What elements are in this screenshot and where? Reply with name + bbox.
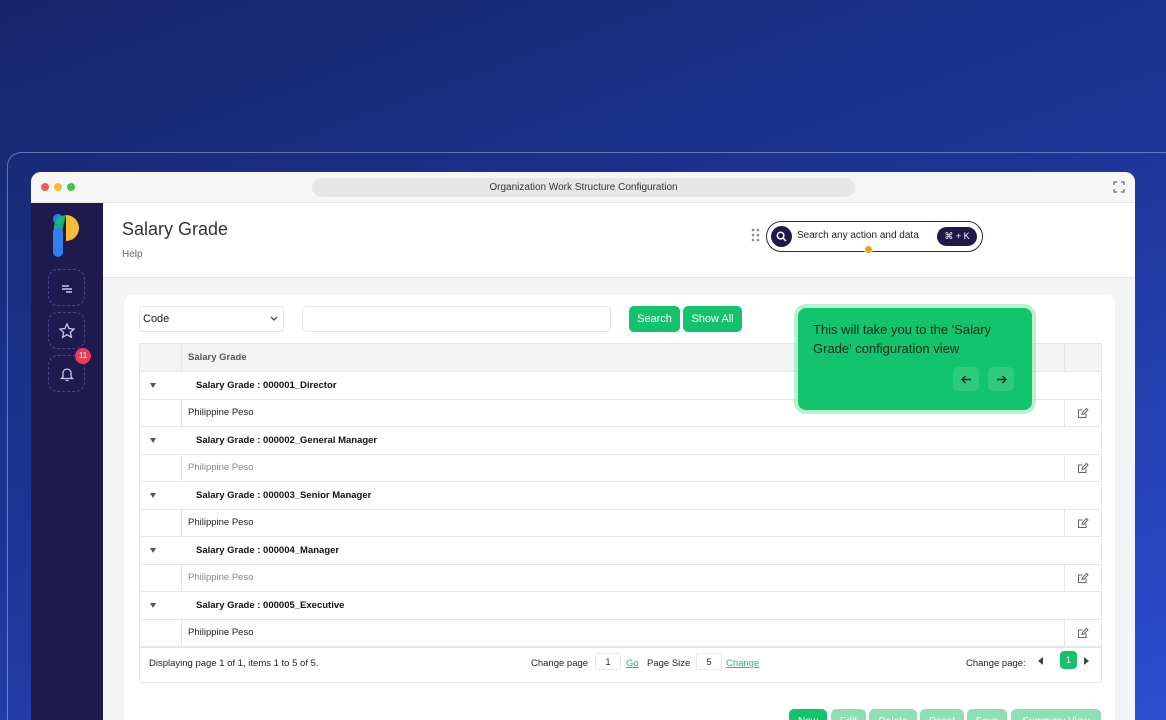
page-title: Salary Grade bbox=[122, 219, 229, 239]
expand-icon[interactable] bbox=[1113, 181, 1125, 193]
title-bar: Organization Work Structure Configuratio… bbox=[31, 172, 1135, 203]
group-label: Salary Grade : 000003_Senior Manager bbox=[196, 489, 372, 501]
edit-icon[interactable] bbox=[1077, 517, 1089, 529]
tooltip-prev-button[interactable] bbox=[953, 367, 979, 391]
summary-view-button[interactable]: Summary View bbox=[1011, 709, 1101, 720]
tooltip-text: This will take you to the 'Salary Grade'… bbox=[813, 322, 992, 356]
pager-info: Displaying page 1 of 1, items 1 to 5 of … bbox=[149, 658, 319, 669]
column-header-salary-grade[interactable]: Salary Grade bbox=[188, 344, 247, 371]
caret-down-icon[interactable] bbox=[150, 438, 156, 443]
group-label: Salary Grade : 000005_Executive bbox=[196, 599, 345, 611]
page-size-label: Page Size bbox=[647, 658, 691, 669]
currency-cell: Philippine Peso bbox=[188, 517, 254, 529]
caret-down-icon[interactable] bbox=[150, 493, 156, 498]
edit-icon[interactable] bbox=[1077, 462, 1089, 474]
change-page-label-right: Change page: bbox=[966, 658, 1026, 669]
field-select-value: Code bbox=[143, 313, 170, 325]
caret-down-icon[interactable] bbox=[150, 383, 156, 388]
table-row[interactable]: Philippine Peso bbox=[140, 619, 1101, 647]
show-all-button[interactable]: Show All bbox=[683, 306, 742, 332]
save-button[interactable]: Save bbox=[967, 709, 1007, 720]
close-window-button[interactable] bbox=[41, 183, 49, 191]
new-button[interactable]: New bbox=[789, 709, 827, 720]
group-label: Salary Grade : 000002_General Manager bbox=[196, 434, 378, 446]
current-page-button[interactable]: 1 bbox=[1060, 651, 1077, 669]
shortcut-badge: ⌘ + K bbox=[937, 227, 977, 246]
app-logo bbox=[53, 214, 79, 257]
table-row[interactable]: Philippine Peso bbox=[140, 454, 1101, 482]
search-button[interactable]: Search bbox=[629, 306, 680, 332]
tooltip-next-button[interactable] bbox=[988, 367, 1014, 391]
pager: Displaying page 1 of 1, items 1 to 5 of … bbox=[139, 645, 1102, 683]
go-link[interactable]: Go bbox=[626, 658, 639, 669]
page-input[interactable]: 1 bbox=[595, 653, 621, 670]
arrow-left-icon bbox=[960, 375, 971, 383]
window-controls bbox=[41, 183, 75, 191]
next-page-icon[interactable] bbox=[1083, 657, 1089, 665]
drag-handle-icon[interactable] bbox=[751, 228, 761, 242]
group-label: Salary Grade : 000001_Director bbox=[196, 379, 337, 391]
table-row[interactable]: Philippine Peso bbox=[140, 509, 1101, 537]
bell-icon bbox=[59, 367, 74, 381]
currency-cell: Philippine Peso bbox=[188, 407, 254, 419]
global-search[interactable]: Search any action and data ⌘ + K bbox=[766, 221, 983, 252]
global-search-placeholder: Search any action and data bbox=[797, 230, 919, 241]
group-label: Salary Grade : 000004_Manager bbox=[196, 544, 340, 556]
page-header: Salary Grade Help Search any action and … bbox=[103, 203, 1135, 278]
arrow-right-icon bbox=[996, 375, 1007, 383]
search-input[interactable] bbox=[302, 306, 611, 332]
currency-cell: Philippine Peso bbox=[188, 572, 254, 584]
delete-button[interactable]: Delete bbox=[869, 709, 917, 720]
notification-badge: 11 bbox=[75, 348, 91, 364]
caret-down-icon[interactable] bbox=[150, 548, 156, 553]
menu-icon bbox=[61, 284, 72, 293]
favorites-button[interactable] bbox=[48, 312, 85, 349]
tour-tooltip: This will take you to the 'Salary Grade'… bbox=[798, 308, 1032, 410]
table-group-row[interactable]: Salary Grade : 000004_Manager bbox=[140, 537, 1101, 565]
field-select[interactable]: Code bbox=[139, 306, 284, 332]
minimize-window-button[interactable] bbox=[54, 183, 62, 191]
reset-button[interactable]: Reset bbox=[920, 709, 964, 720]
page-size-input[interactable]: 5 bbox=[696, 653, 722, 670]
app-window: Organization Work Structure Configuratio… bbox=[31, 172, 1135, 720]
maximize-window-button[interactable] bbox=[67, 183, 75, 191]
edit-button[interactable]: Edit bbox=[831, 709, 866, 720]
table-row[interactable]: Philippine Peso bbox=[140, 564, 1101, 592]
change-page-label: Change page bbox=[531, 658, 589, 669]
currency-cell: Philippine Peso bbox=[188, 462, 254, 474]
change-link[interactable]: Change bbox=[726, 658, 759, 669]
table-group-row[interactable]: Salary Grade : 000005_Executive bbox=[140, 592, 1101, 620]
search-icon bbox=[771, 226, 792, 247]
edit-icon[interactable] bbox=[1077, 572, 1089, 584]
menu-toggle-button[interactable] bbox=[48, 269, 85, 306]
address-bar[interactable]: Organization Work Structure Configuratio… bbox=[312, 178, 855, 197]
table-group-row[interactable]: Salary Grade : 000002_General Manager bbox=[140, 427, 1101, 455]
chevron-down-icon bbox=[270, 316, 278, 321]
table-group-row[interactable]: Salary Grade : 000003_Senior Manager bbox=[140, 482, 1101, 510]
prev-page-icon[interactable] bbox=[1038, 657, 1044, 665]
edit-icon[interactable] bbox=[1077, 407, 1089, 419]
edit-icon[interactable] bbox=[1077, 627, 1089, 639]
sidebar: 11 bbox=[31, 203, 103, 720]
star-icon bbox=[58, 321, 75, 338]
help-link[interactable]: Help bbox=[122, 249, 143, 260]
tour-indicator-dot bbox=[864, 245, 873, 254]
currency-cell: Philippine Peso bbox=[188, 627, 254, 639]
caret-down-icon[interactable] bbox=[150, 603, 156, 608]
